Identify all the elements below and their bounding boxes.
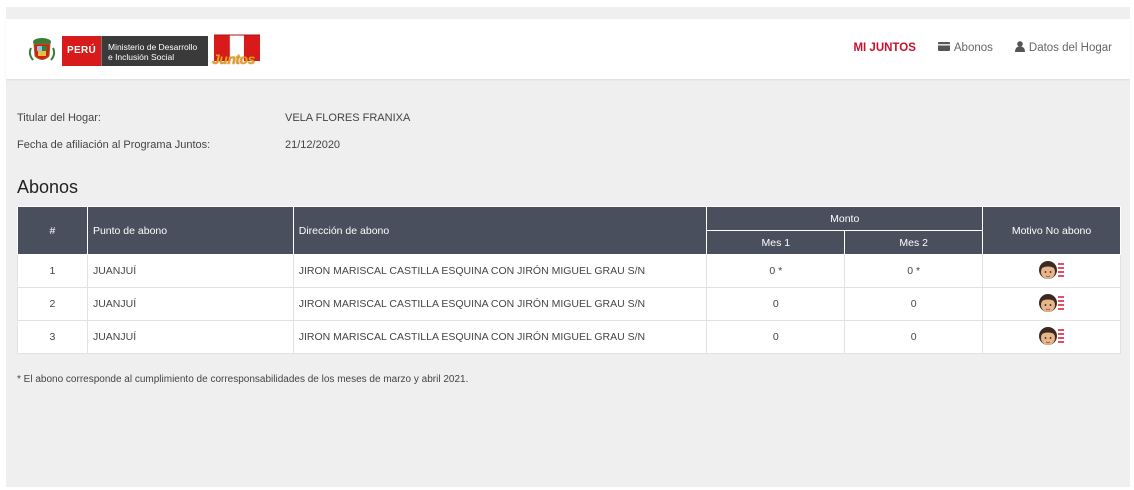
ministerio-label: Ministerio de Desarrollo e Inclusión Soc… <box>100 36 208 66</box>
nav-datos-hogar[interactable]: Datos del Hogar <box>1014 41 1112 55</box>
row-direccion: JIRON MARISCAL CASTILLA ESQUINA CON JIRÓ… <box>292 254 708 288</box>
row-num[interactable]: 1 <box>17 254 88 288</box>
table-row: 3 JUANJUÍ JIRON MARISCAL CASTILLA ESQUIN… <box>17 320 1121 354</box>
header-direccion: Dirección de abono <box>292 206 708 255</box>
page-frame: PERÚ Ministerio de Desarrollo e Inclusió… <box>6 7 1130 487</box>
logo-group: PERÚ Ministerio de Desarrollo e Inclusió… <box>28 33 270 69</box>
header-motivo: Motivo No abono <box>982 206 1121 255</box>
header-mes2: Mes 2 <box>844 230 984 255</box>
main-nav: MI JUNTOS Abonos Datos del Hogar <box>831 41 1112 55</box>
abonos-table: # Punto de abono Dirección de abono Mont… <box>17 206 1121 354</box>
peru-label: PERÚ <box>62 36 101 66</box>
table-row: 1 JUANJUÍ JIRON MARISCAL CASTILLA ESQUIN… <box>17 254 1121 288</box>
row-num[interactable]: 2 <box>17 287 88 321</box>
row-punto: JUANJUÍ <box>86 254 294 288</box>
juntos-logo[interactable]: Juntos <box>210 33 270 69</box>
nav-abonos-label: Abonos <box>953 42 993 54</box>
juntos-wordmark: Juntos <box>211 51 255 67</box>
ministerio-line1: Ministerio de Desarrollo <box>107 42 198 52</box>
titular-value: VELA FLORES FRANIXA <box>285 112 411 124</box>
nav-datos-hogar-label: Datos del Hogar <box>1028 42 1112 54</box>
row-mes1: 0 <box>706 287 846 321</box>
row-mes1: 0 <box>706 320 846 354</box>
row-motivo <box>982 287 1121 321</box>
fecha-value: 21/12/2020 <box>285 139 341 151</box>
top-navbar: PERÚ Ministerio de Desarrollo e Inclusió… <box>6 19 1130 79</box>
ministerio-line2: e Inclusión Social <box>107 52 175 62</box>
row-punto: JUANJUÍ <box>86 320 294 354</box>
header-mes1: Mes 1 <box>706 230 846 255</box>
row-punto: JUANJUÍ <box>86 287 294 321</box>
nav-mi-juntos[interactable]: MI JUNTOS <box>853 42 915 54</box>
row-mes1: 0 * <box>706 254 846 288</box>
row-direccion: JIRON MARISCAL CASTILLA ESQUINA CON JIRÓ… <box>292 320 708 354</box>
header-monto: Monto <box>706 206 984 231</box>
person-list-icon[interactable] <box>1038 258 1066 285</box>
titular-label: Titular del Hogar: <box>17 112 101 124</box>
nav-mi-juntos-label: MI JUNTOS <box>853 42 916 54</box>
row-num[interactable]: 3 <box>17 320 88 354</box>
row-mes2: 0 <box>844 320 984 354</box>
row-direccion: JIRON MARISCAL CASTILLA ESQUINA CON JIRÓ… <box>292 287 708 321</box>
row-motivo <box>982 254 1121 288</box>
user-icon <box>1014 41 1025 55</box>
header-punto: Punto de abono <box>86 206 294 255</box>
coat-of-arms-icon <box>28 36 56 66</box>
header-num: # <box>17 206 88 255</box>
person-list-icon[interactable] <box>1038 291 1066 318</box>
abonos-title: Abonos <box>17 177 79 197</box>
row-motivo <box>982 320 1121 354</box>
table-row: 2 JUANJUÍ JIRON MARISCAL CASTILLA ESQUIN… <box>17 287 1121 321</box>
person-list-icon[interactable] <box>1038 324 1066 351</box>
abonos-footnote: * El abono corresponde al cumplimiento d… <box>17 374 469 385</box>
row-mes2: 0 * <box>844 254 984 288</box>
card-icon <box>937 42 950 54</box>
row-mes2: 0 <box>844 287 984 321</box>
nav-abonos[interactable]: Abonos <box>937 42 993 54</box>
fecha-label: Fecha de afiliación al Programa Juntos: <box>17 139 211 151</box>
